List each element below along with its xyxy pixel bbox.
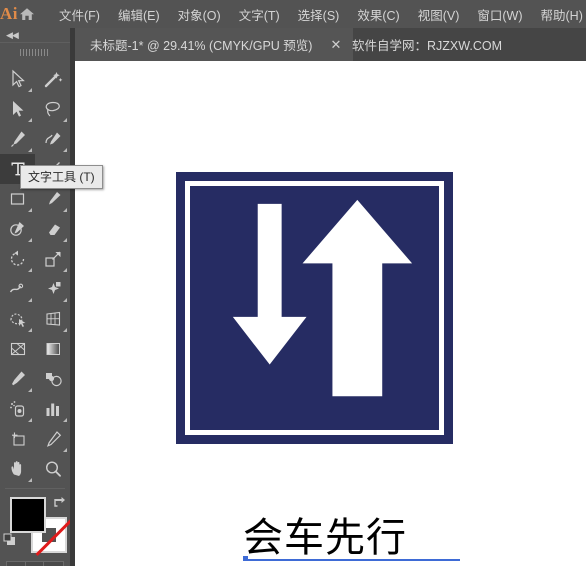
document-tab-bar: 未标题-1* @ 29.41% (CMYK/GPU 预览) ✕ 软件自学网：RJ… [0, 28, 586, 61]
tool-lasso-tool[interactable] [35, 94, 70, 124]
tool-free-transform-tool[interactable] [35, 274, 70, 304]
tool-width-tool[interactable] [0, 274, 35, 304]
down-arrow [232, 203, 307, 365]
tool-direct-selection-tool[interactable] [0, 94, 35, 124]
app-logo: Ai [0, 4, 18, 23]
menu-bar: Ai 文件(F) 编辑(E) 对象(O) 文字(T) 选择(S) 效果(C) 视… [0, 0, 586, 28]
tool-curvature-tool[interactable] [35, 124, 70, 154]
sign-arrows [232, 199, 413, 397]
toolpanel-divider [5, 488, 65, 489]
flyout-indicator [28, 238, 32, 242]
menu-item-view[interactable]: 视图(V) [409, 1, 469, 28]
close-icon[interactable]: ✕ [326, 36, 345, 53]
fill-swatch[interactable] [10, 497, 46, 533]
tool-zoom-tool[interactable] [35, 454, 70, 484]
tool-rotate-tool[interactable] [0, 244, 35, 274]
tool-blend-tool[interactable] [35, 364, 70, 394]
flyout-indicator [63, 268, 67, 272]
menu-item-type[interactable]: 文字(T) [230, 1, 289, 28]
menu-item-list: 文件(F) 编辑(E) 对象(O) 文字(T) 选择(S) 效果(C) 视图(V… [50, 0, 586, 28]
tool-grid [0, 62, 70, 484]
flyout-indicator [28, 388, 32, 392]
watermark-label: 软件自学网：RJZXW.COM [352, 39, 502, 53]
two-way-traffic-sign[interactable] [176, 172, 453, 444]
tool-shape-builder-tool[interactable] [0, 304, 35, 334]
tool-scale-tool[interactable] [35, 244, 70, 274]
tool-mesh-tool[interactable] [0, 334, 35, 364]
tool-magic-wand-tool[interactable] [35, 64, 70, 94]
flyout-indicator [28, 148, 32, 152]
flyout-indicator [28, 478, 32, 482]
illustrator-window: Ai 文件(F) 编辑(E) 对象(O) 文字(T) 选择(S) 效果(C) 视… [0, 0, 586, 566]
color-mode-button[interactable] [7, 562, 26, 566]
tools-panel: ◀◀ [0, 28, 75, 566]
flyout-indicator [28, 88, 32, 92]
menu-item-help[interactable]: 帮助(H) [532, 1, 586, 28]
document-canvas[interactable]: 会车先行 [75, 61, 586, 566]
tool-selection-tool[interactable] [0, 64, 35, 94]
menu-item-file[interactable]: 文件(F) [50, 1, 109, 28]
caption-text-object[interactable]: 会车先行 [243, 516, 483, 566]
flyout-indicator [28, 328, 32, 332]
flyout-indicator [63, 298, 67, 302]
flyout-indicator [28, 268, 32, 272]
tool-hand-tool[interactable] [0, 454, 35, 484]
document-tab[interactable]: 未标题-1* @ 29.41% (CMYK/GPU 预览) ✕ [75, 28, 354, 61]
flyout-indicator [63, 208, 67, 212]
menu-item-select[interactable]: 选择(S) [289, 1, 349, 28]
menu-item-window[interactable]: 窗口(W) [468, 1, 531, 28]
tool-slice-tool[interactable] [35, 424, 70, 454]
menu-item-effect[interactable]: 效果(C) [348, 1, 408, 28]
up-arrow [302, 199, 413, 397]
color-mode-buttons [6, 561, 64, 566]
tool-gradient-tool[interactable] [35, 334, 70, 364]
flyout-indicator [63, 238, 67, 242]
flyout-indicator [63, 448, 67, 452]
flyout-indicator [28, 298, 32, 302]
tool-perspective-grid-tool[interactable] [35, 304, 70, 334]
text-baseline-indicator [243, 559, 460, 561]
swap-fill-stroke-icon[interactable] [52, 495, 66, 509]
document-tab-title: 未标题-1* @ 29.41% (CMYK/GPU 预览) [90, 39, 313, 53]
flyout-indicator [28, 208, 32, 212]
tool-eyedropper-tool[interactable] [0, 364, 35, 394]
none-mode-button[interactable] [44, 562, 63, 566]
sign-inner-border [185, 181, 444, 435]
text-anchor-point[interactable] [243, 556, 248, 561]
panel-drag-handle[interactable] [0, 42, 70, 62]
default-fill-stroke-icon[interactable] [3, 533, 17, 547]
flyout-indicator [63, 418, 67, 422]
gradient-mode-button[interactable] [25, 562, 45, 566]
flyout-indicator [63, 118, 67, 122]
tool-shaper-tool[interactable] [0, 214, 35, 244]
tool-tooltip: 文字工具 (T) [20, 165, 103, 189]
menu-item-edit[interactable]: 编辑(E) [109, 1, 169, 28]
tool-pen-tool[interactable] [0, 124, 35, 154]
fill-stroke-controls [0, 493, 75, 556]
home-icon[interactable] [18, 0, 36, 28]
tool-artboard-tool[interactable] [0, 424, 35, 454]
tool-symbol-sprayer-tool[interactable] [0, 394, 35, 424]
flyout-indicator [28, 418, 32, 422]
collapse-panel-icon[interactable]: ◀◀ [0, 28, 70, 42]
tool-column-graph-tool[interactable] [35, 394, 70, 424]
tool-eraser-tool[interactable] [35, 214, 70, 244]
caption-label: 会车先行 [243, 515, 407, 561]
menu-item-object[interactable]: 对象(O) [169, 1, 230, 28]
flyout-indicator [28, 118, 32, 122]
flyout-indicator [63, 328, 67, 332]
flyout-indicator [63, 148, 67, 152]
